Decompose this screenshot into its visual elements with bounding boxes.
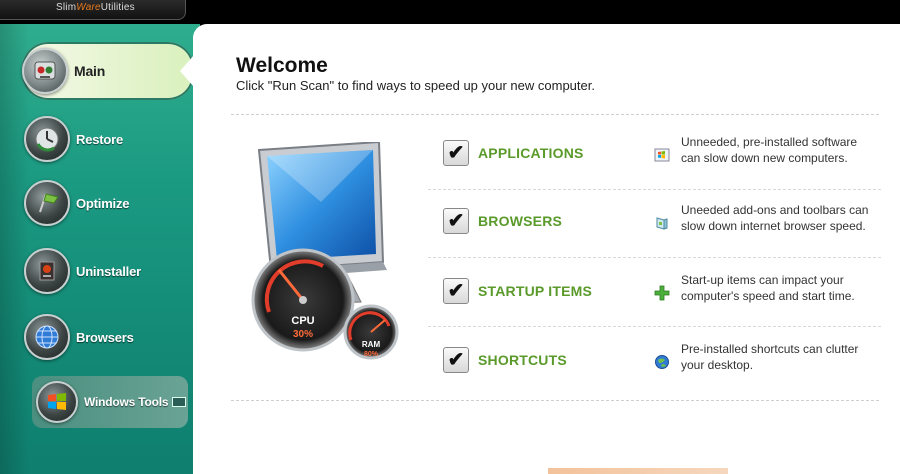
row-divider — [428, 257, 881, 258]
sidebar-item-label: Windows Tools — [84, 395, 169, 409]
logo-word-slim: Slim — [56, 2, 77, 13]
row-description-line: Uneeded add-ons and toolbars can — [681, 203, 869, 217]
row-title: SHORTCUTS — [478, 352, 567, 368]
scan-row-applications: ✔ APPLICATIONS Unneeded, pre-installed s… — [441, 135, 881, 200]
row-description-line: computer's speed and start time. — [681, 289, 855, 303]
scan-row-startup-items: ✔ STARTUP ITEMS Start-up items can impac… — [441, 273, 881, 338]
logo-word-utilities: Utilities — [100, 2, 135, 13]
startup-items-checkbox[interactable]: ✔ — [443, 278, 469, 304]
title-bar: SlimWareUtilities — [0, 0, 900, 24]
restore-clock-icon — [24, 116, 70, 162]
sidebar-item-uninstaller[interactable]: Uninstaller — [24, 242, 189, 300]
sidebar-item-browsers[interactable]: Browsers — [24, 308, 189, 366]
uninstall-box-icon — [24, 248, 70, 294]
row-description-line: slow down internet browser speed. — [681, 219, 866, 233]
scan-row-shortcuts: ✔ SHORTCUTS Pre-installed shortcuts can … — [441, 342, 881, 407]
page-title: Welcome — [236, 54, 328, 77]
sidebar-item-label: Uninstaller — [76, 263, 141, 279]
row-description-line: Start-up items can impact your — [681, 273, 844, 287]
page-subtitle: Click "Run Scan" to find ways to speed u… — [236, 78, 595, 93]
sidebar-item-label: Optimize — [76, 195, 130, 211]
windows-logo-icon — [36, 381, 78, 423]
sidebar-item-label: Restore — [76, 131, 124, 147]
globe-small-icon — [655, 355, 669, 369]
header-divider — [231, 114, 881, 115]
row-description-line: Pre-installed shortcuts can clutter — [681, 342, 859, 356]
row-description: Pre-installed shortcuts can clutter your … — [681, 341, 891, 373]
plus-icon — [654, 285, 670, 301]
row-divider — [428, 326, 881, 327]
row-description: Unneeded, pre-installed software can slow… — [681, 134, 891, 166]
sidebar-item-main[interactable]: Main — [22, 42, 194, 100]
flag-icon — [24, 180, 70, 226]
window-badge-icon — [172, 397, 187, 407]
sidebar-item-optimize[interactable]: Optimize — [24, 174, 189, 232]
scan-row-browsers: ✔ BROWSERS Uneeded add-ons and toolbars … — [441, 203, 881, 268]
applications-checkbox[interactable]: ✔ — [443, 140, 469, 166]
browsers-checkbox[interactable]: ✔ — [443, 208, 469, 234]
windows-app-icon — [654, 148, 670, 162]
globe-icon — [24, 314, 70, 360]
row-description-line: your desktop. — [681, 358, 754, 372]
row-title: BROWSERS — [478, 213, 563, 229]
cpu-label: CPU — [291, 315, 314, 327]
robot-icon — [22, 48, 68, 94]
app-logo: SlimWareUtilities — [0, 0, 186, 20]
puzzle-addon-icon — [656, 217, 668, 230]
row-title: APPLICATIONS — [478, 145, 584, 161]
shortcuts-checkbox[interactable]: ✔ — [443, 347, 469, 373]
row-description: Uneeded add-ons and toolbars can slow dow… — [681, 202, 891, 234]
monitor-icon: CPU 30% RAM 80% — [251, 140, 399, 360]
row-divider — [428, 189, 881, 190]
cpu-value: 30% — [293, 329, 313, 340]
sidebar-item-restore[interactable]: Restore — [24, 110, 189, 168]
monitor-gauges-illustration: CPU 30% RAM 80% — [251, 140, 421, 362]
selection-pointer — [180, 55, 194, 87]
row-title: STARTUP ITEMS — [478, 283, 593, 299]
ram-value: 80% — [364, 351, 379, 358]
main-panel: Welcome Click "Run Scan" to find ways to… — [193, 24, 900, 474]
footer-divider — [231, 400, 881, 401]
row-description: Start-up items can impact your computer's… — [681, 272, 891, 304]
sidebar-item-windows-tools[interactable]: Windows Tools — [32, 376, 188, 428]
ram-label: RAM — [362, 340, 381, 349]
sidebar: Main Restore Optimize Uninstaller Browse… — [0, 24, 200, 474]
run-scan-button-edge[interactable] — [548, 468, 728, 474]
sidebar-item-label: Main — [74, 63, 106, 79]
sidebar-item-label: Browsers — [76, 329, 134, 345]
row-description-line: can slow down new computers. — [681, 151, 848, 165]
logo-word-ware: Ware — [76, 2, 101, 13]
row-description-line: Unneeded, pre-installed software — [681, 135, 858, 149]
